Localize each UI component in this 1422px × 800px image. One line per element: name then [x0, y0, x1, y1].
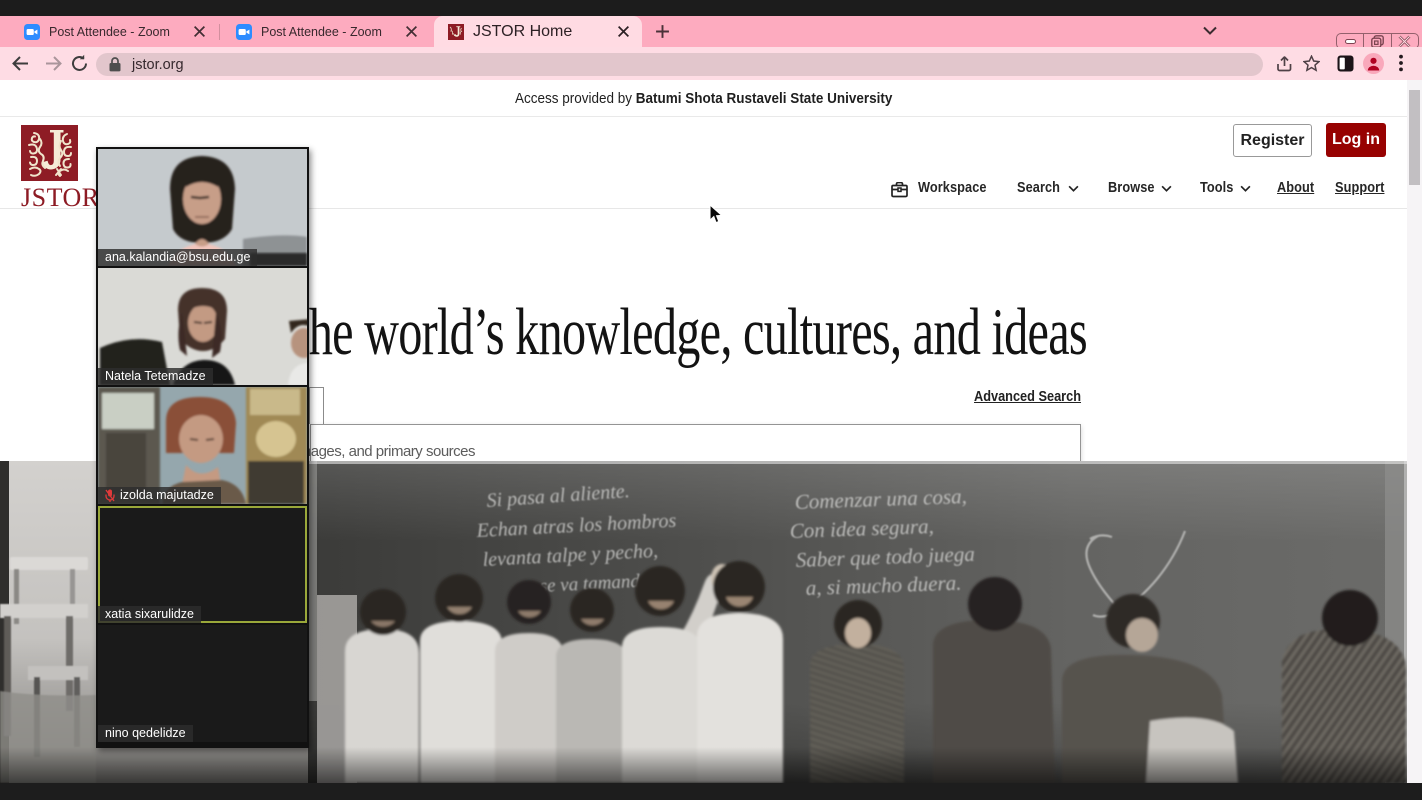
svg-text:Con idea segura,: Con idea segura,	[789, 514, 934, 543]
